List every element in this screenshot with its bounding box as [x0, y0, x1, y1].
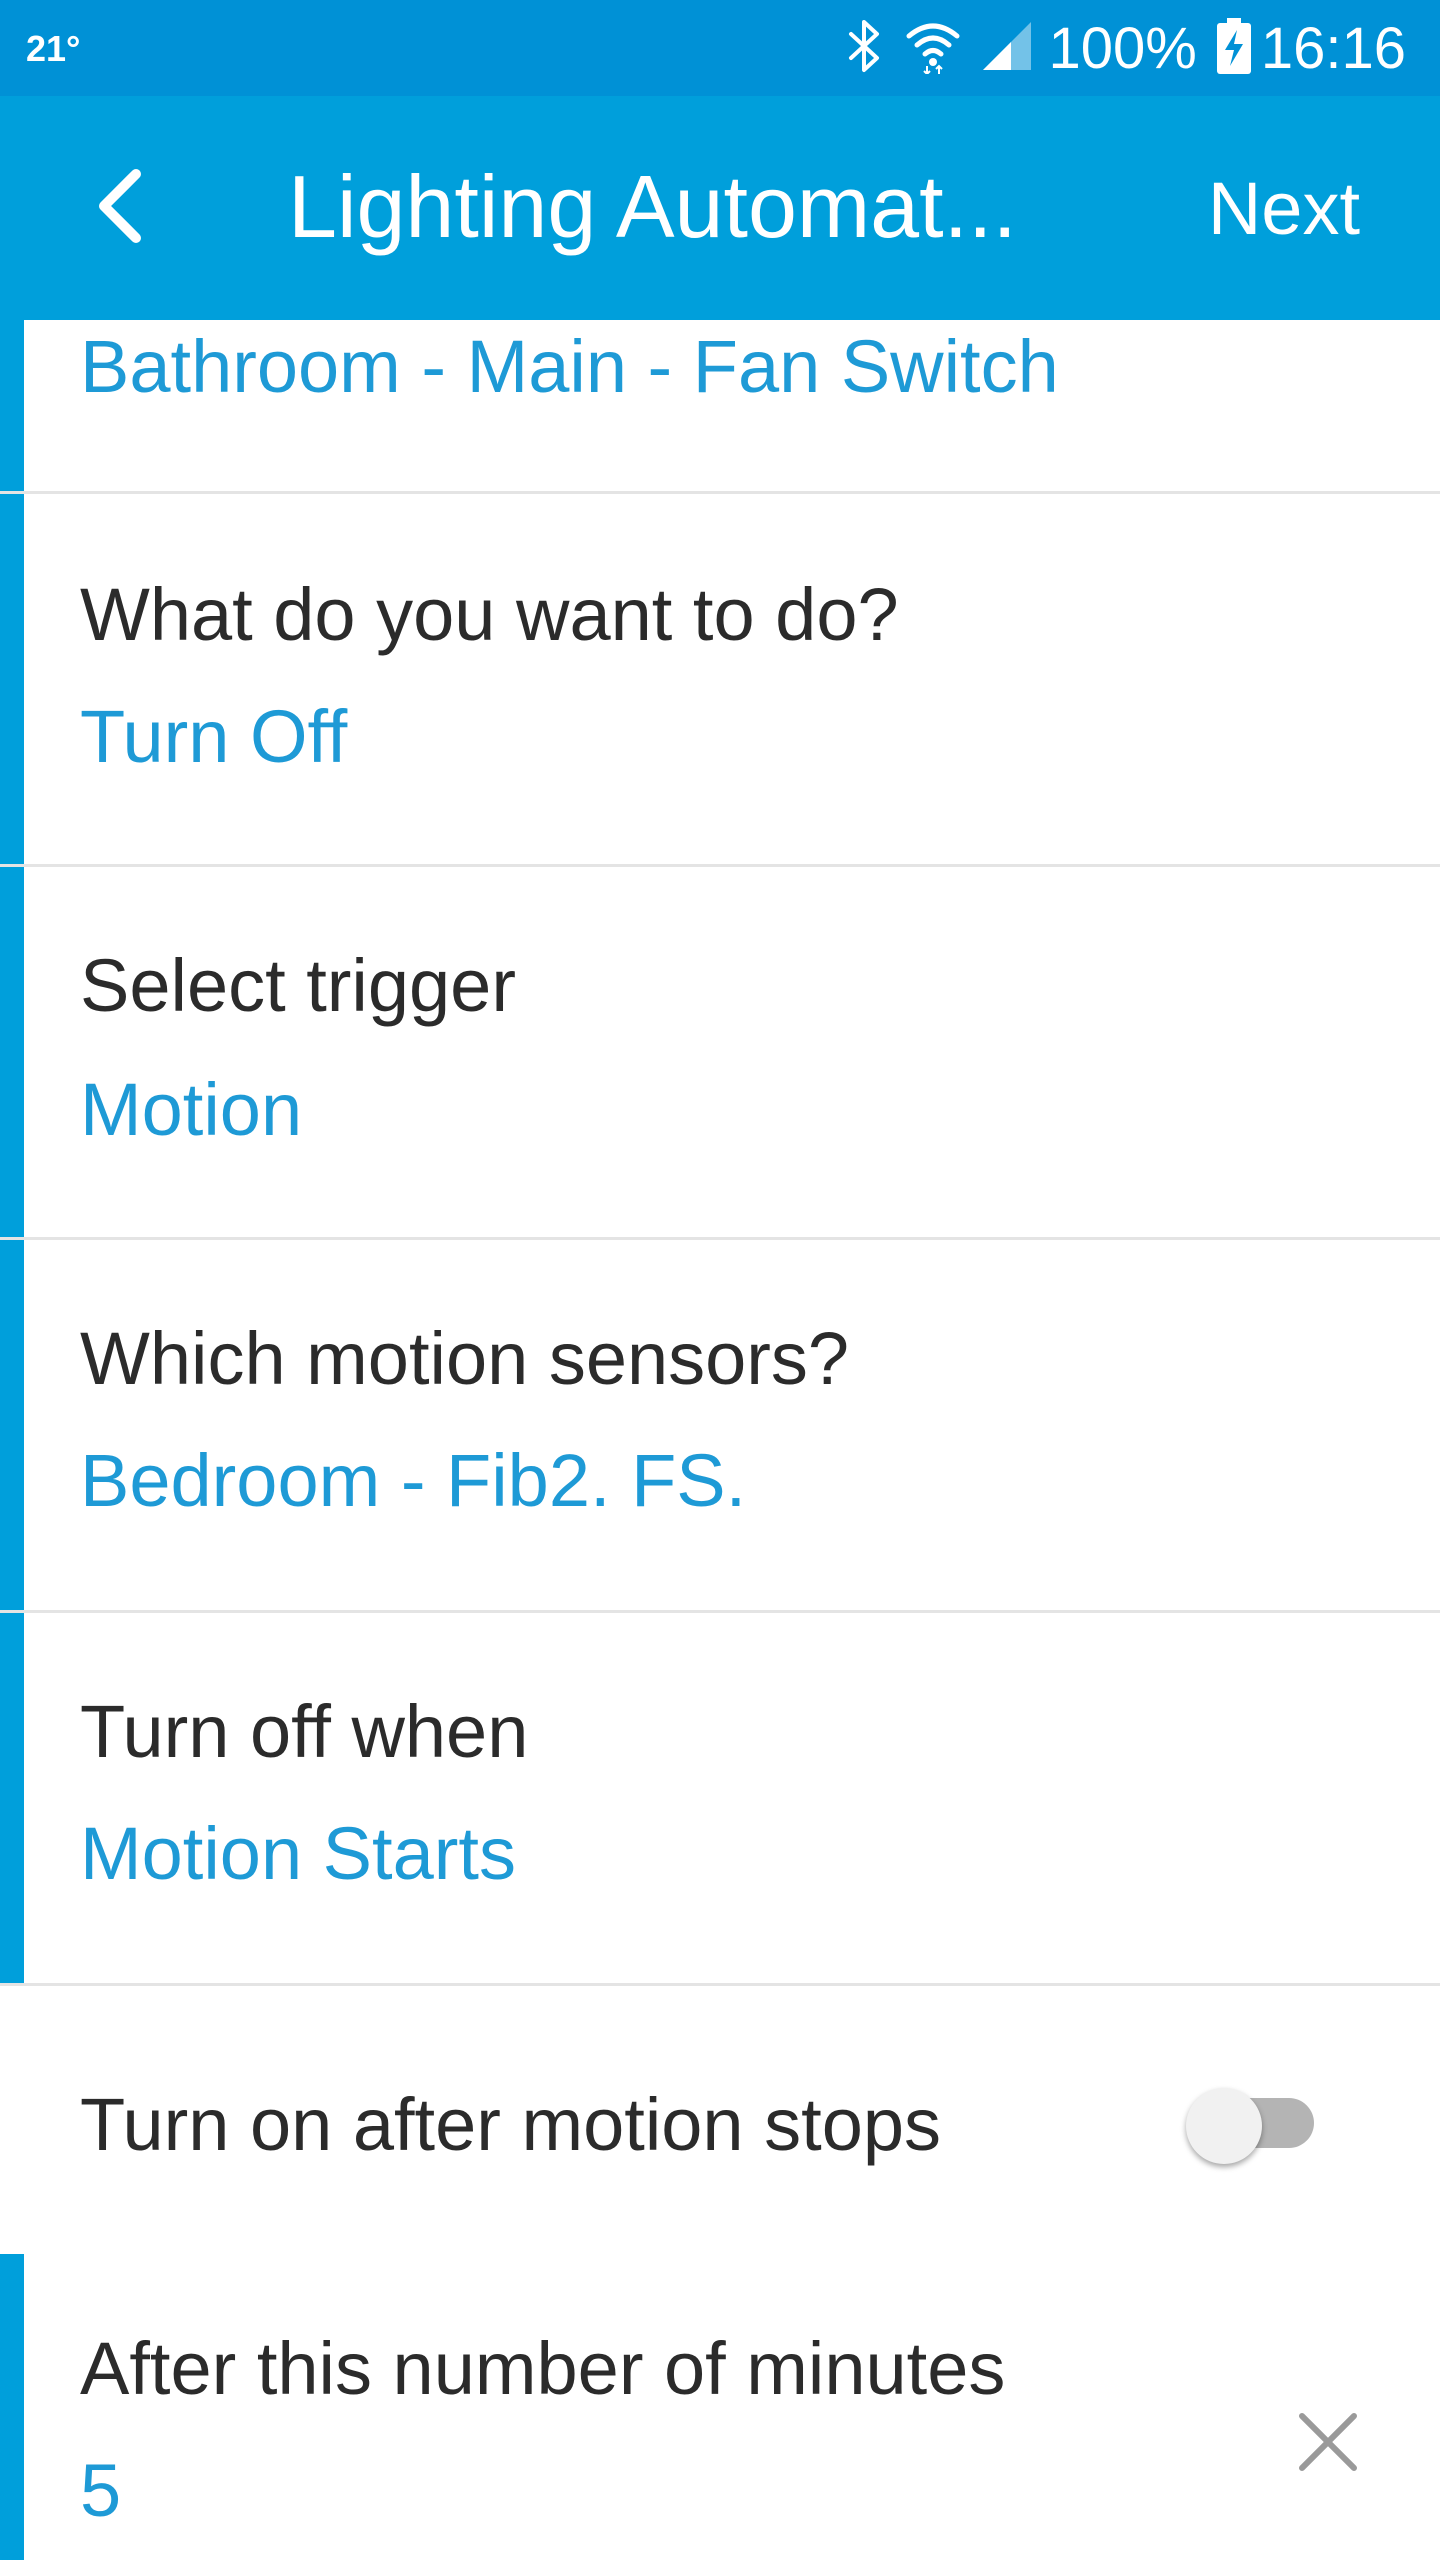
wifi-icon: [905, 18, 961, 79]
status-time: 16:16: [1260, 15, 1406, 81]
condition-label: Turn off when: [80, 1690, 529, 1773]
condition-row[interactable]: Turn off when Motion Starts: [0, 1613, 1440, 1986]
condition-value: Motion Starts: [80, 1812, 516, 1895]
toggle-label: Turn on after motion stops: [80, 2083, 942, 2166]
minutes-label: After this number of minutes: [80, 2327, 1006, 2410]
battery-percent: 100%: [1048, 15, 1197, 81]
page-title: Lighting Automat...: [288, 157, 1017, 256]
clear-minutes-button[interactable]: [1290, 2404, 1366, 2480]
automation-form: Bathroom - Main - Fan Switch What do you…: [0, 320, 1440, 2560]
next-button[interactable]: Next: [1208, 166, 1360, 251]
device-row[interactable]: Bathroom - Main - Fan Switch: [0, 320, 1440, 494]
minutes-row[interactable]: After this number of minutes 5: [0, 2254, 1440, 2560]
trigger-value: Motion: [80, 1068, 303, 1151]
sensors-label: Which motion sensors?: [80, 1317, 850, 1400]
trigger-label: Select trigger: [80, 944, 516, 1027]
minutes-value: 5: [80, 2449, 122, 2532]
device-value: Bathroom - Main - Fan Switch: [80, 325, 1059, 408]
back-button[interactable]: [70, 158, 170, 258]
action-value: Turn Off: [80, 695, 348, 778]
status-icons: 100% 16:16: [825, 14, 1406, 82]
action-row[interactable]: What do you want to do? Turn Off: [0, 494, 1440, 867]
status-temperature: 21°: [26, 28, 81, 69]
sensors-row[interactable]: Which motion sensors? Bedroom - Fib2. FS…: [0, 1240, 1440, 1613]
app-bar: Lighting Automat... Next: [0, 96, 1440, 320]
chevron-left-icon: [90, 166, 150, 251]
battery-charging-icon: [1216, 17, 1251, 79]
close-icon: [1290, 2413, 1366, 2484]
status-bar: 21° 100% 16:16: [0, 0, 1440, 96]
motion-stops-toggle[interactable]: [1186, 2088, 1314, 2164]
sensors-value: Bedroom - Fib2. FS.: [80, 1439, 747, 1522]
bluetooth-icon: [845, 18, 885, 79]
signal-icon: [981, 20, 1033, 77]
trigger-row[interactable]: Select trigger Motion: [0, 867, 1440, 1240]
action-label: What do you want to do?: [80, 573, 899, 656]
toggle-row: Turn on after motion stops: [0, 1986, 1440, 2254]
toggle-thumb: [1186, 2088, 1262, 2164]
